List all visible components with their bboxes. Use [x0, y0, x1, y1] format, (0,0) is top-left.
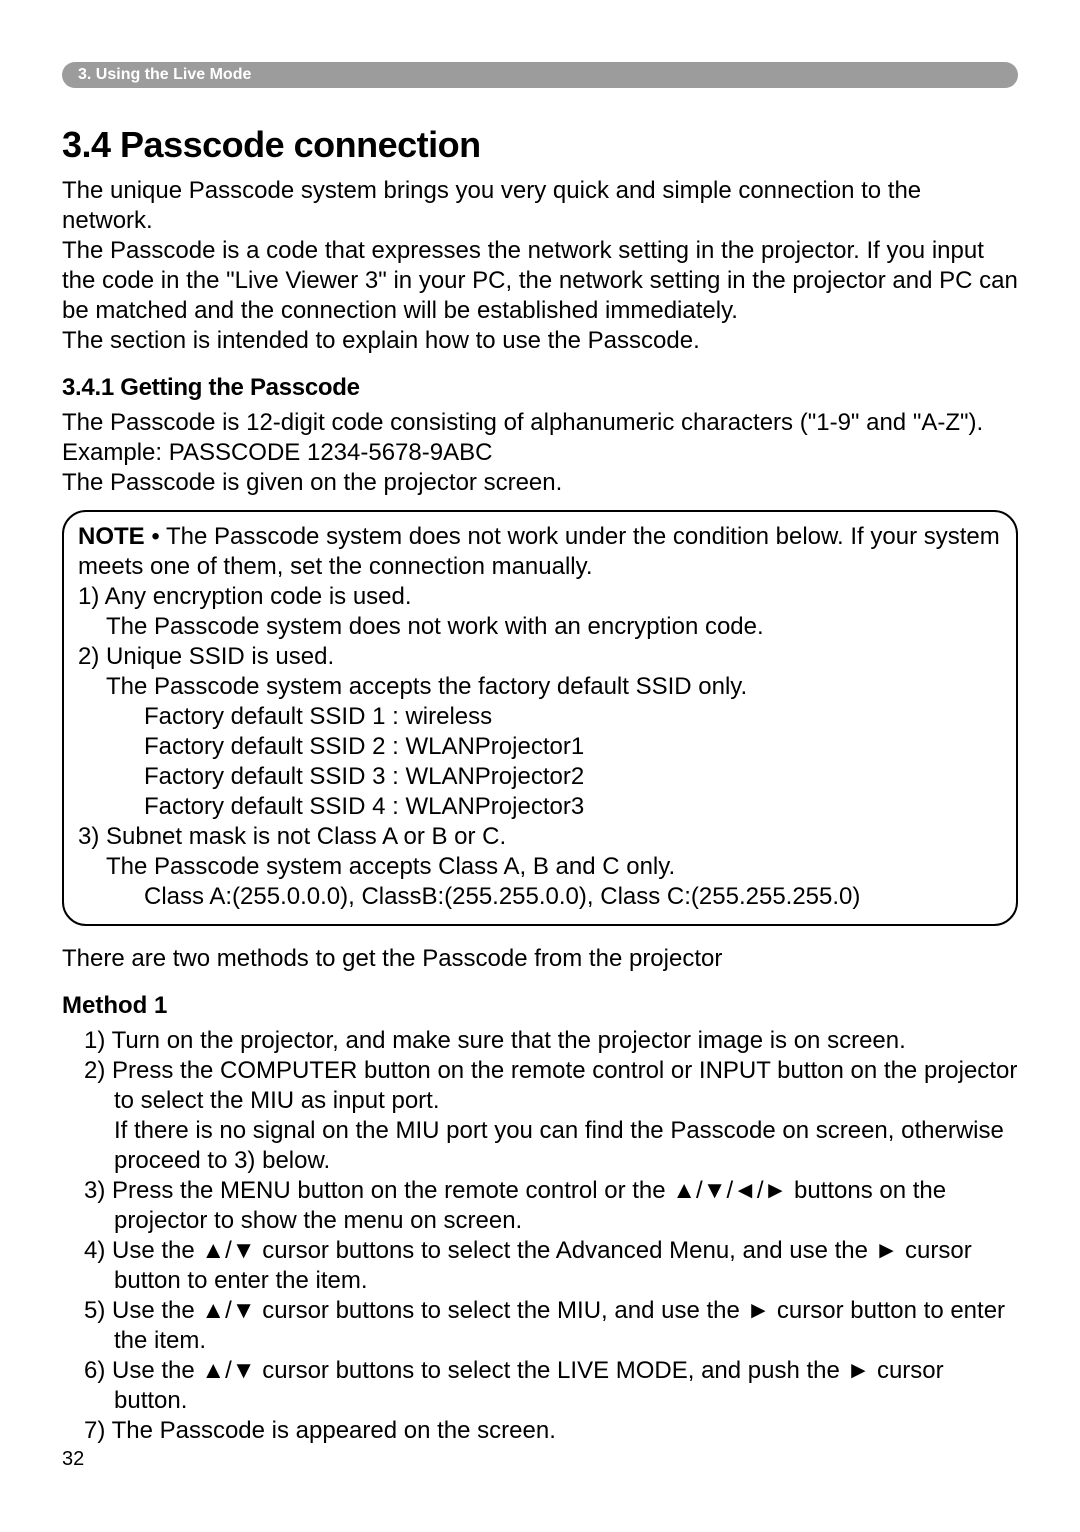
subsection-title: 3.4.1 Getting the Passcode — [62, 374, 1018, 402]
note-label: NOTE — [78, 523, 145, 550]
method-1-list: 1) Turn on the projector, and make sure … — [62, 1026, 1018, 1446]
method-step-5: 5) Use the ▲/▼ cursor buttons to select … — [84, 1296, 1018, 1356]
method-step-6: 6) Use the ▲/▼ cursor buttons to select … — [84, 1356, 1018, 1416]
note-box: NOTE • The Passcode system does not work… — [62, 510, 1018, 926]
note-lead-text: • The Passcode system does not work unde… — [78, 523, 1000, 580]
method-step-4: 4) Use the ▲/▼ cursor buttons to select … — [84, 1236, 1018, 1296]
note-item-1a: The Passcode system does not work with a… — [78, 612, 1002, 642]
method-step-2: 2) Press the COMPUTER button on the remo… — [84, 1056, 1018, 1176]
method-step-1: 1) Turn on the projector, and make sure … — [84, 1026, 1018, 1056]
note-item-3a: The Passcode system accepts Class A, B a… — [78, 852, 1002, 882]
method-step-3: 3) Press the MENU button on the remote c… — [84, 1176, 1018, 1236]
intro-paragraph-1: The unique Passcode system brings you ve… — [62, 176, 1018, 236]
note-ssid-1: Factory default SSID 1 : wireless — [78, 702, 1002, 732]
note-ssid-3: Factory default SSID 3 : WLANProjector2 — [78, 762, 1002, 792]
page-number: 32 — [62, 1448, 1018, 1471]
note-lead: NOTE • The Passcode system does not work… — [78, 522, 1002, 582]
note-item-2: 2) Unique SSID is used. — [78, 642, 1002, 672]
intro-paragraph-2: The Passcode is a code that expresses th… — [62, 236, 1018, 326]
method-1-heading: Method 1 — [62, 992, 1018, 1020]
subsection-paragraph-2: The Passcode is given on the projector s… — [62, 468, 1018, 498]
note-ssid-2: Factory default SSID 2 : WLANProjector1 — [78, 732, 1002, 762]
chapter-bar-label: 3. Using the Live Mode — [78, 66, 251, 83]
note-ssid-4: Factory default SSID 4 : WLANProjector3 — [78, 792, 1002, 822]
section-title: 3.4 Passcode connection — [62, 124, 1018, 166]
note-item-3b: Class A:(255.0.0.0), ClassB:(255.255.0.0… — [78, 882, 1002, 912]
method-step-7: 7) The Passcode is appeared on the scree… — [84, 1416, 1018, 1446]
note-item-2a: The Passcode system accepts the factory … — [78, 672, 1002, 702]
note-item-1: 1) Any encryption code is used. — [78, 582, 1002, 612]
note-item-3: 3) Subnet mask is not Class A or B or C. — [78, 822, 1002, 852]
post-note-text: There are two methods to get the Passcod… — [62, 944, 1018, 974]
chapter-bar: 3. Using the Live Mode — [62, 62, 1018, 88]
subsection-paragraph-1: The Passcode is 12-digit code consisting… — [62, 408, 1018, 468]
intro-paragraph-3: The section is intended to explain how t… — [62, 326, 1018, 356]
